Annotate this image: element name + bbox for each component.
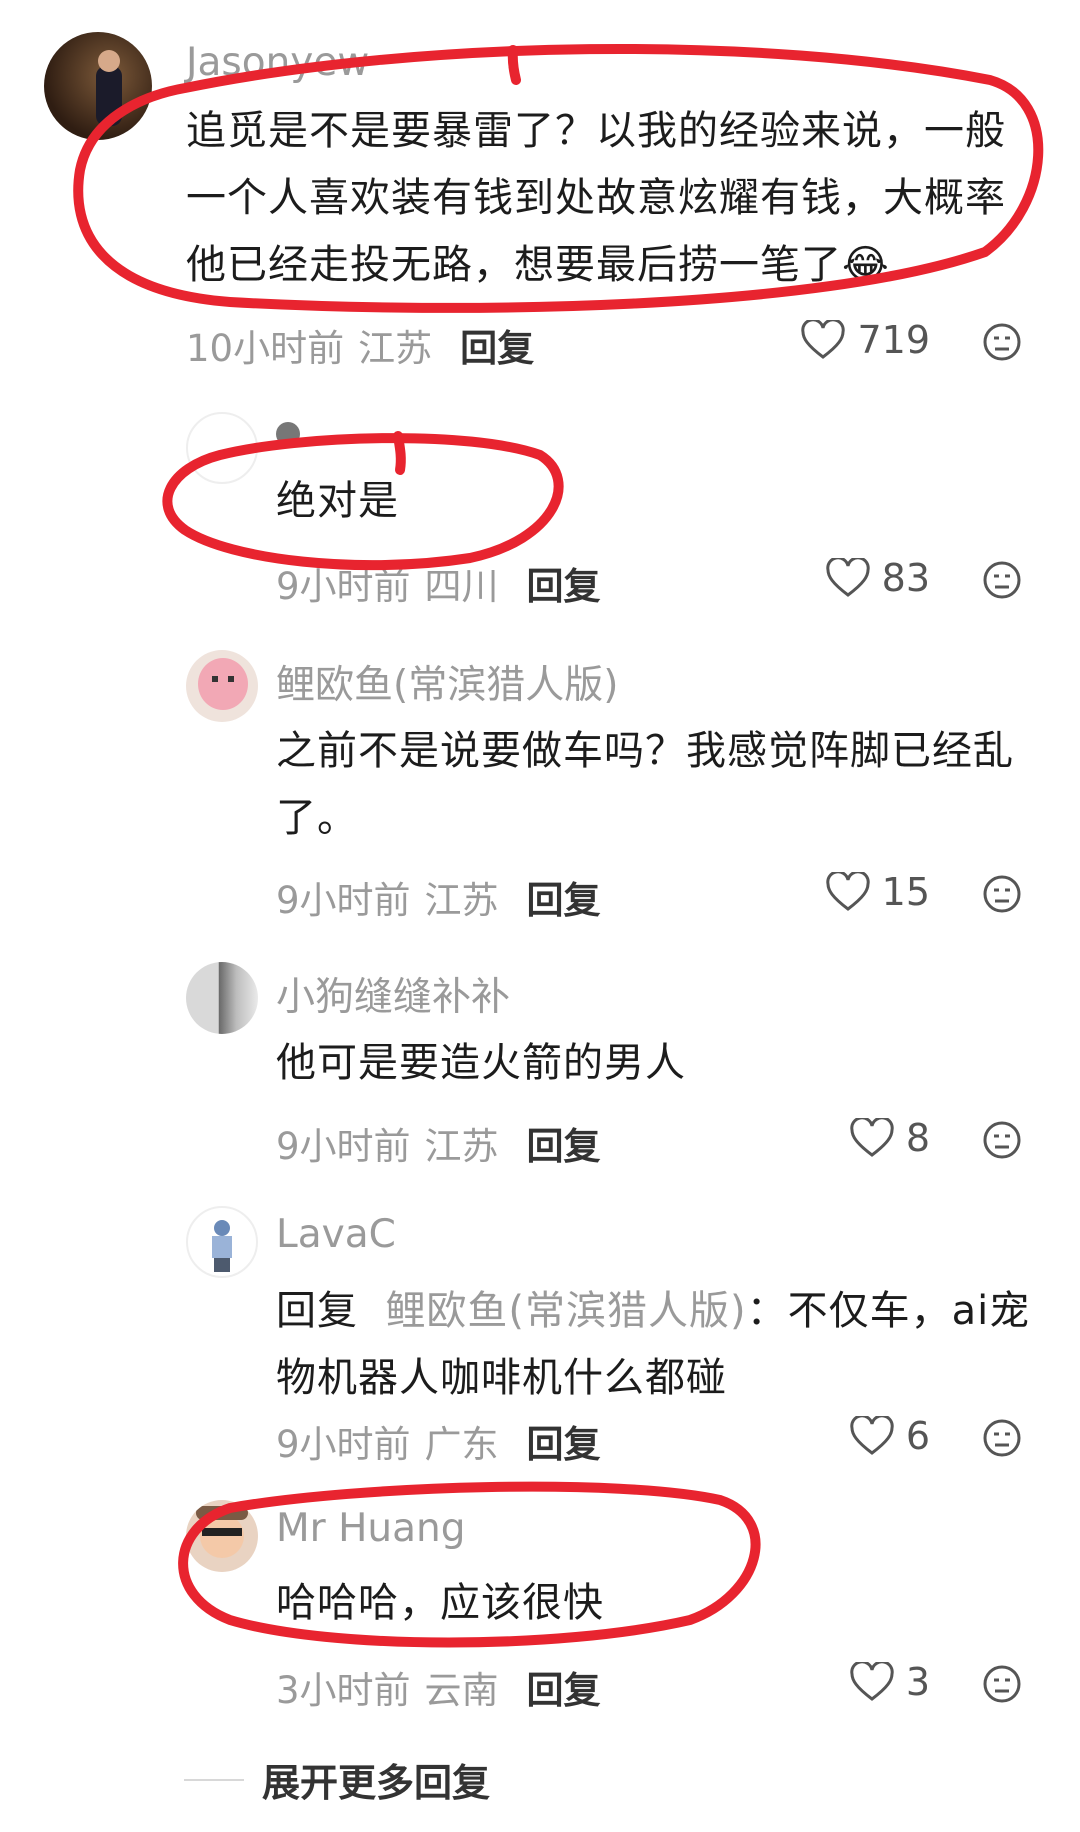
like-count: 15 (881, 870, 930, 914)
avatar[interactable] (186, 1206, 258, 1278)
comment-text: 之前不是说要做车吗？我感觉阵脚已经乱了。 (276, 728, 1014, 841)
like-button[interactable]: 8 (850, 1116, 930, 1160)
like-button[interactable]: 3 (850, 1660, 930, 1704)
dislike-face-icon[interactable] (982, 874, 1022, 914)
reply-button[interactable]: 回复 (527, 1125, 601, 1168)
heart-icon (850, 1662, 894, 1701)
comment-location: 四川 (424, 565, 499, 608)
comment-meta: 9小时前 江苏 回复 (276, 1116, 601, 1170)
reply-button[interactable]: 回复 (527, 879, 601, 922)
username[interactable]: LavaC (276, 1212, 396, 1257)
like-count: 8 (905, 1116, 930, 1160)
comment-time: 9小时前 (276, 879, 411, 922)
reply-button[interactable]: 回复 (527, 565, 601, 608)
divider (184, 1778, 244, 1781)
comment-location: 广东 (424, 1423, 499, 1466)
comment-location: 江苏 (424, 879, 499, 922)
heart-icon (801, 320, 846, 359)
dislike-face-icon[interactable] (982, 1664, 1022, 1704)
expand-more-label: 展开更多回复 (262, 1761, 491, 1805)
comment-meta: 10小时前 江苏 回复 (186, 318, 534, 372)
like-button[interactable]: 6 (850, 1414, 930, 1458)
comment-text: 他可是要造火箭的男人 (276, 1040, 686, 1086)
comment-location: 江苏 (358, 327, 433, 370)
comment-time: 10小时前 (186, 327, 345, 370)
comment-text: 回复 鲤欧鱼(常滨猎人版)：不仅车，ai宠物机器人咖啡机什么都碰 (276, 1278, 1046, 1412)
like-button[interactable]: 83 (825, 556, 930, 600)
reply-prefix: 回复 (276, 1288, 358, 1334)
reply-button[interactable]: 回复 (527, 1423, 601, 1466)
avatar[interactable] (186, 1500, 258, 1572)
reply-button[interactable]: 回复 (527, 1669, 601, 1712)
heart-icon (825, 558, 870, 597)
like-button[interactable]: 719 (801, 318, 930, 362)
like-count: 6 (905, 1414, 930, 1458)
like-count: 3 (905, 1660, 930, 1704)
comment-text: 绝对是 (276, 478, 399, 524)
heart-icon (850, 1118, 894, 1157)
reply-target-username[interactable]: 鲤欧鱼(常滨猎人版) (385, 1288, 746, 1334)
comment-location: 江苏 (424, 1125, 499, 1168)
comment-meta: 9小时前 广东 回复 (276, 1414, 601, 1468)
username[interactable]: Mr Huang (276, 1506, 466, 1551)
expand-more-replies[interactable]: 展开更多回复 (184, 1752, 490, 1807)
comment-meta: 9小时前 江苏 回复 (276, 870, 601, 924)
dislike-face-icon[interactable] (982, 322, 1022, 362)
reply-button[interactable]: 回复 (460, 327, 534, 370)
like-count: 83 (881, 556, 930, 600)
comment-text: 哈哈哈，应该很快 (276, 1580, 604, 1626)
username[interactable]: Jasonyew (186, 40, 369, 85)
comment-time: 9小时前 (276, 565, 411, 608)
dislike-face-icon[interactable] (982, 1418, 1022, 1458)
dislike-face-icon[interactable] (982, 1120, 1022, 1160)
comment-time: 3小时前 (276, 1669, 411, 1712)
username[interactable]: 鲤欧鱼(常滨猎人版) (276, 654, 618, 710)
like-button[interactable]: 15 (825, 870, 930, 914)
red-mark-annotation (507, 45, 521, 85)
avatar[interactable] (186, 650, 258, 722)
heart-icon (850, 1416, 894, 1455)
avatar[interactable] (186, 962, 258, 1034)
red-mark-annotation (393, 431, 406, 475)
avatar[interactable] (186, 412, 258, 484)
comment-meta: 9小时前 四川 回复 (276, 556, 601, 610)
comment-meta: 3小时前 云南 回复 (276, 1660, 601, 1714)
comment-location: 云南 (424, 1669, 499, 1712)
like-count: 719 (857, 318, 930, 362)
username[interactable]: 小狗缝缝补补 (276, 966, 510, 1022)
avatar[interactable] (44, 32, 152, 140)
comment-time: 9小时前 (276, 1423, 411, 1466)
heart-icon (825, 872, 870, 911)
comment-time: 9小时前 (276, 1125, 411, 1168)
user-badge (276, 422, 300, 446)
dislike-face-icon[interactable] (982, 560, 1022, 600)
comment-text: 追觅是不是要暴雷了？以我的经验来说，一般一个人喜欢装有钱到处故意炫耀有钱，大概率… (186, 108, 1006, 288)
